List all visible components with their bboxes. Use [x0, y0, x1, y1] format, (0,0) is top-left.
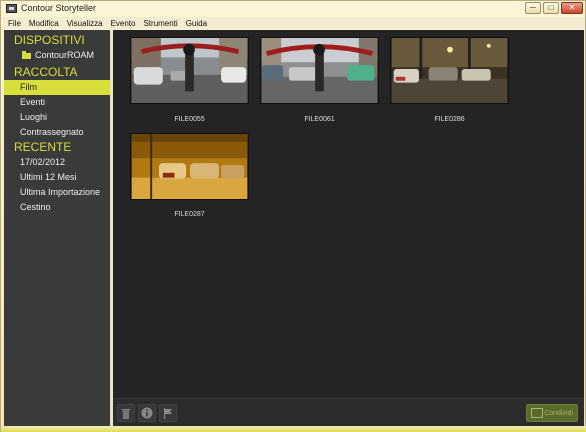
thumbnail-label: FILE0055 — [174, 116, 205, 123]
thumbnail-image — [131, 38, 248, 103]
sidebar-item-last-12-months[interactable]: Ultimi 12 Mesi — [4, 170, 110, 185]
video-thumbnail[interactable] — [130, 133, 249, 200]
menu-evento[interactable]: Evento — [111, 19, 136, 28]
minimize-button[interactable]: ─ — [525, 2, 541, 14]
devices-header: DISPOSITIVI — [14, 33, 85, 47]
video-thumbnail[interactable] — [390, 37, 509, 104]
flag-icon — [164, 407, 172, 419]
sidebar-item-date[interactable]: 17/02/2012 — [4, 155, 110, 170]
folder-icon — [22, 50, 31, 59]
collection-header: RACCOLTA — [14, 65, 78, 79]
thumbnail-label: FILE0061 — [304, 116, 335, 123]
share-label: Condividi — [544, 409, 573, 417]
sidebar-item-last-import[interactable]: Ultima Importazione — [4, 185, 110, 200]
menu-file[interactable]: File — [8, 19, 21, 28]
flag-button[interactable] — [159, 404, 177, 422]
share-icon — [531, 408, 543, 418]
share-button[interactable]: Condividi — [526, 404, 578, 422]
menu-bar: File Modifica Visualizza Evento Strument… — [3, 17, 585, 29]
trash-icon — [122, 408, 130, 419]
window-title: Contour Storyteller — [21, 3, 97, 13]
thumbnail-label: FILE0287 — [174, 211, 205, 218]
title-bar[interactable]: Contour Storyteller ─ □ ✕ — [1, 1, 586, 17]
info-button[interactable] — [138, 404, 156, 422]
sidebar-item-trash[interactable]: Cestino — [4, 200, 110, 215]
menu-strumenti[interactable]: Strumenti — [143, 19, 177, 28]
delete-button[interactable] — [117, 404, 135, 422]
window-controls: ─ □ ✕ — [525, 2, 583, 14]
media-grid: FILE0055 FILE0061 FILE0286 FILE0287 — [113, 30, 584, 398]
app-icon — [6, 4, 17, 13]
app-window: Contour Storyteller ─ □ ✕ File Modifica … — [0, 0, 586, 432]
thumbnail-label: FILE0286 — [434, 116, 465, 123]
maximize-button[interactable]: □ — [543, 2, 559, 14]
thumbnail-image — [131, 134, 248, 199]
recent-header: RECENTE — [14, 140, 72, 154]
video-thumbnail[interactable] — [130, 37, 249, 104]
close-button[interactable]: ✕ — [561, 2, 583, 14]
sidebar: DISPOSITIVI ContourROAM RACCOLTA Film Ev… — [4, 30, 110, 426]
sidebar-item-contourroam[interactable]: ContourROAM — [4, 48, 110, 63]
info-icon — [141, 407, 153, 419]
menu-guida[interactable]: Guida — [186, 19, 207, 28]
sidebar-item-label: ContourROAM — [35, 50, 95, 60]
thumbnail-image — [261, 38, 378, 103]
video-thumbnail[interactable] — [260, 37, 379, 104]
sidebar-item-luoghi[interactable]: Luoghi — [4, 110, 110, 125]
sidebar-item-eventi[interactable]: Eventi — [4, 95, 110, 110]
bottom-toolbar: Condividi — [113, 398, 584, 426]
menu-visualizza[interactable]: Visualizza — [67, 19, 103, 28]
sidebar-item-contrassegnato[interactable]: Contrassegnato — [4, 125, 110, 140]
status-strip — [1, 426, 586, 432]
thumbnail-image — [391, 38, 508, 103]
menu-modifica[interactable]: Modifica — [29, 19, 59, 28]
sidebar-item-film[interactable]: Film — [4, 80, 110, 95]
